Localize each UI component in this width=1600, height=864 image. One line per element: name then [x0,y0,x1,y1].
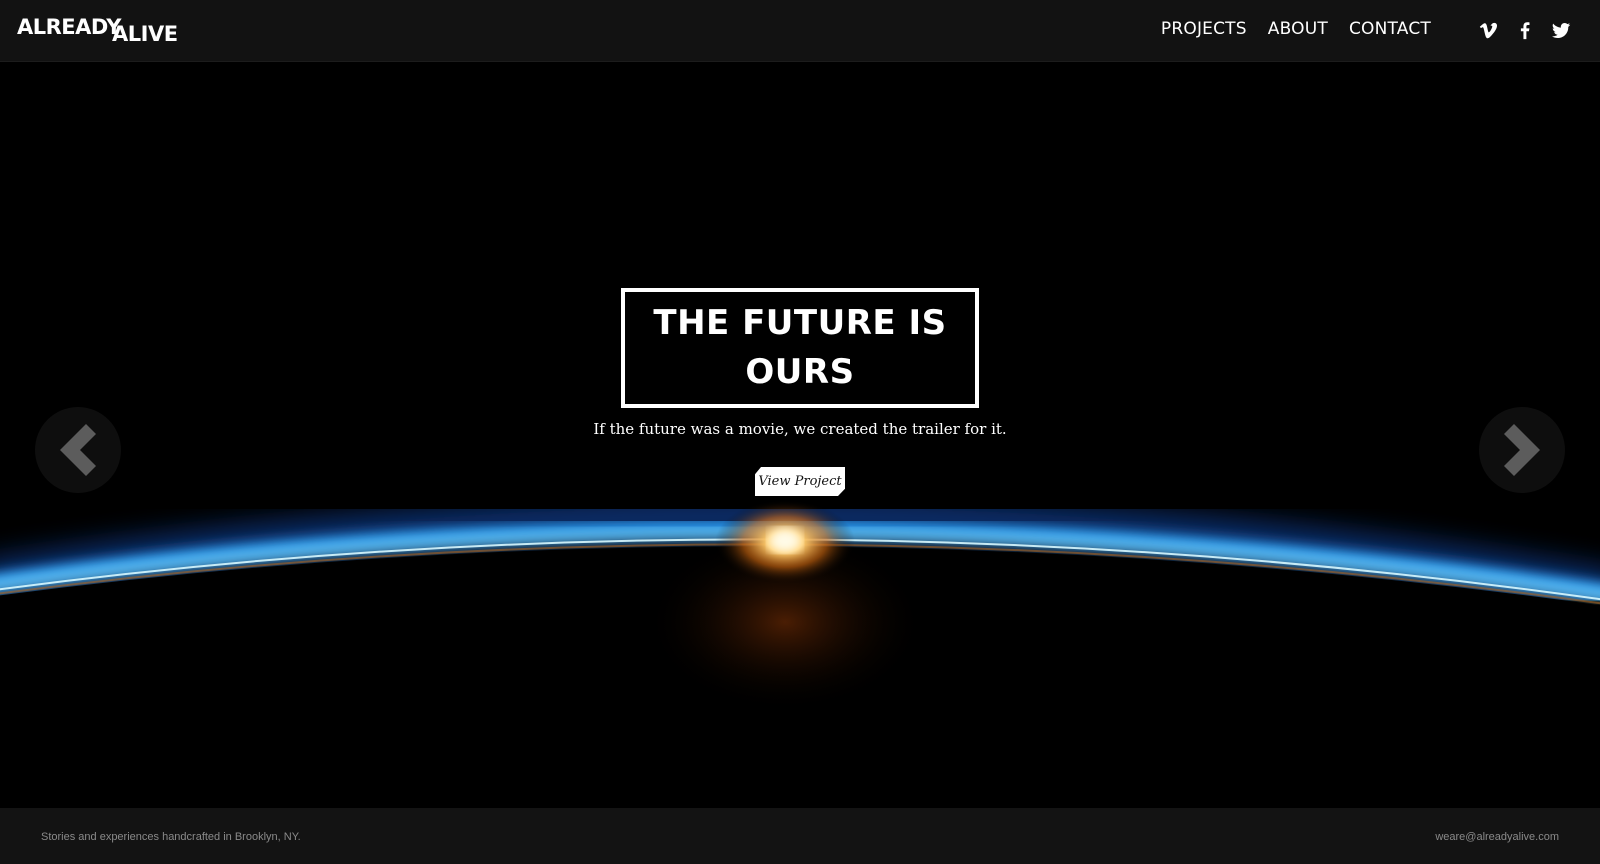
nav-projects[interactable]: PROJECTS [1161,19,1247,39]
main-nav: PROJECTS ABOUT CONTACT [1161,19,1431,39]
footer-tagline: Stories and experiences handcrafted in B… [41,831,301,843]
chevron-left-icon [60,424,96,476]
hero-title-box: THE FUTURE IS OURS [621,288,979,408]
site-footer: Stories and experiences handcrafted in B… [0,808,1600,864]
logo-word-already: ALREADY [17,15,122,39]
facebook-icon[interactable] [1514,18,1536,42]
site-header: ALREADY ALIVE PROJECTS ABOUT CONTACT [0,0,1600,62]
logo-word-alive: ALIVE [112,22,178,46]
twitter-icon[interactable] [1550,18,1572,42]
next-slide-button[interactable] [1479,407,1565,493]
view-project-button[interactable]: View Project [755,467,845,496]
chevron-right-icon [1504,424,1540,476]
footer-email-link[interactable]: weare@alreadyalive.com [1435,831,1559,843]
hero-slider: THE FUTURE IS OURS If the future was a m… [0,62,1600,808]
nav-contact[interactable]: CONTACT [1349,19,1431,39]
hero-title: THE FUTURE IS OURS [653,303,947,392]
social-links [1478,18,1572,42]
nav-about[interactable]: ABOUT [1268,19,1328,39]
hero-subtitle: If the future was a movie, we created th… [593,420,1007,438]
prev-slide-button[interactable] [35,407,121,493]
vimeo-icon[interactable] [1478,18,1500,42]
